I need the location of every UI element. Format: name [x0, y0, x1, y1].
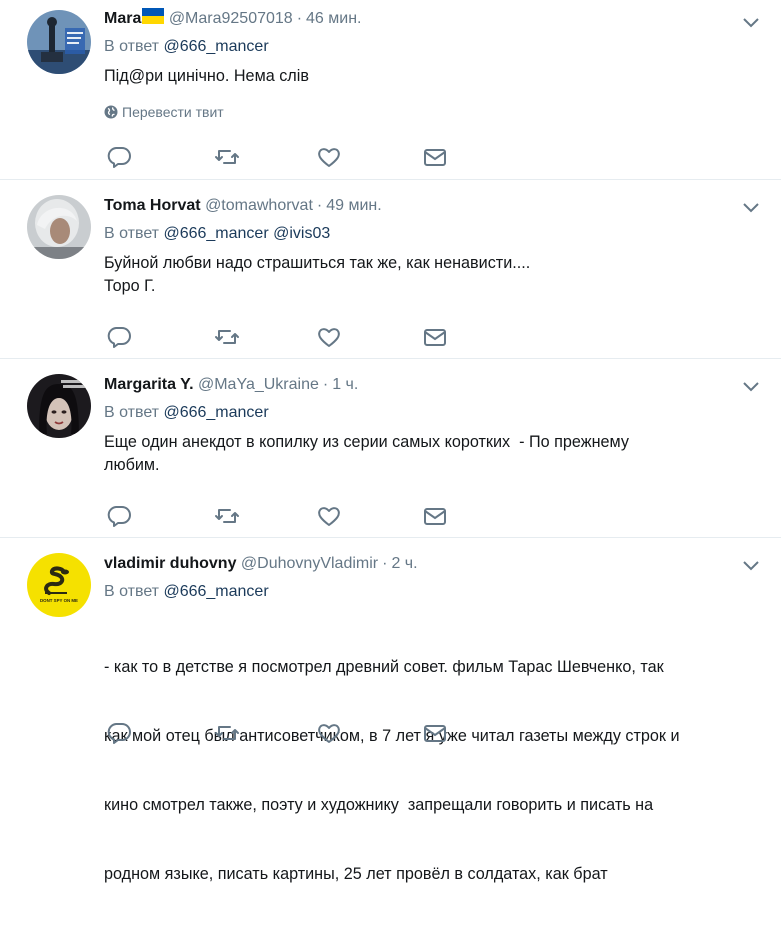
- mention-link[interactable]: @666_mancer: [163, 225, 268, 242]
- direct-message-icon[interactable]: [422, 145, 448, 169]
- author-handle[interactable]: @DuhovnyVladimir: [241, 555, 378, 572]
- tweet-time[interactable]: 46 мин.: [306, 10, 361, 27]
- retweet-icon[interactable]: [214, 721, 240, 745]
- author-name[interactable]: Mara: [104, 10, 141, 27]
- avatar[interactable]: [27, 195, 91, 259]
- tweet-text: - как то в детстве я посмотрел древний с…: [104, 610, 761, 932]
- mention-link[interactable]: @666_mancer: [163, 404, 268, 421]
- author-name[interactable]: Toma Horvat: [104, 197, 201, 214]
- retweet-icon[interactable]: [214, 325, 240, 349]
- tweet-actions: [104, 721, 781, 745]
- tweet-text-line: Торо Г.: [104, 277, 156, 295]
- reply-icon[interactable]: [106, 504, 132, 528]
- reply-context: В ответ @666_mancer: [104, 35, 761, 59]
- ukraine-flag-icon: [142, 8, 165, 24]
- mention-link[interactable]: @666_mancer: [163, 38, 268, 55]
- author-handle[interactable]: @MaYa_Ukraine: [198, 376, 319, 393]
- reply-prefix: В ответ: [104, 225, 160, 242]
- tweet-time[interactable]: 49 мин.: [326, 197, 381, 214]
- reply-prefix: В ответ: [104, 404, 160, 421]
- reply-icon[interactable]: [106, 145, 132, 169]
- like-icon[interactable]: [316, 504, 342, 528]
- mention-link[interactable]: @ivis03: [273, 225, 330, 242]
- direct-message-icon[interactable]: [422, 325, 448, 349]
- tweet-text-line: кино смотрел также, поэту и художнику за…: [104, 796, 654, 814]
- tweet-text-line: - как то в детстве я посмотрел древний с…: [104, 658, 664, 676]
- like-icon[interactable]: [316, 145, 342, 169]
- reply-prefix: В ответ: [104, 583, 160, 600]
- tweet-time[interactable]: 1 ч.: [332, 376, 358, 393]
- tweet-text-line: любим.: [104, 456, 160, 474]
- author-name[interactable]: vladimir duhovny: [104, 555, 236, 572]
- woman-avatar-icon: [27, 374, 91, 438]
- tweet-text: Буйной любви надо страшиться так же, как…: [104, 252, 761, 298]
- translate-link[interactable]: Перевести твит: [104, 102, 761, 122]
- avatar[interactable]: [27, 10, 91, 74]
- person-avatar-icon: [27, 195, 91, 259]
- tweet-text-line: родном языке, писать картины, 25 лет про…: [104, 865, 608, 883]
- separator-dot: ·: [296, 10, 303, 27]
- author-name[interactable]: Margarita Y.: [104, 376, 194, 393]
- like-icon[interactable]: [316, 325, 342, 349]
- tweet-text-line: Під@ри цинічно. Нема слів: [104, 67, 309, 85]
- translate-label: Перевести твит: [122, 104, 224, 120]
- author-handle[interactable]: @Mara92507018: [169, 10, 293, 27]
- tweet-text: Еще один анекдот в копилку из серии самы…: [104, 431, 761, 477]
- author-handle[interactable]: @tomawhorvat: [205, 197, 313, 214]
- like-icon[interactable]: [316, 721, 342, 745]
- retweet-icon[interactable]: [214, 504, 240, 528]
- retweet-icon[interactable]: [214, 145, 240, 169]
- tweet-time[interactable]: 2 ч.: [391, 555, 417, 572]
- reply-context: В ответ @666_mancer @ivis03: [104, 222, 761, 246]
- tweet: Mara @Mara92507018 · 46 мин. В ответ @666_…: [0, 0, 781, 180]
- avatar[interactable]: DONT SPY ON ME: [27, 553, 91, 617]
- statue-avatar-icon: [27, 10, 91, 74]
- tweet-text: Під@ри цинічно. Нема слів: [104, 65, 761, 88]
- reply-icon[interactable]: [106, 721, 132, 745]
- tweet-text-line: Еще один анекдот в копилку из серии самы…: [104, 433, 629, 451]
- mention-link[interactable]: @666_mancer: [163, 583, 268, 600]
- separator-dot: ·: [316, 197, 323, 214]
- globe-icon: [104, 105, 118, 119]
- tweet-actions: [104, 145, 781, 169]
- tweet: DONT SPY ON ME vladimir duhovny @Duhovny…: [0, 538, 781, 883]
- separator-dot: ·: [322, 376, 329, 393]
- chevron-down-icon[interactable]: [741, 555, 761, 575]
- tweet-actions: [104, 325, 781, 349]
- snake-flag-avatar-icon: DONT SPY ON ME: [27, 553, 91, 617]
- reply-prefix: В ответ: [104, 38, 160, 55]
- chevron-down-icon[interactable]: [741, 376, 761, 396]
- tweet-text-line: Буйной любви надо страшиться так же, как…: [104, 254, 531, 272]
- tweet: Margarita Y. @MaYa_Ukraine · 1 ч. В ответ …: [0, 359, 781, 538]
- tweet-actions: [104, 504, 781, 528]
- direct-message-icon[interactable]: [422, 504, 448, 528]
- reply-icon[interactable]: [106, 325, 132, 349]
- chevron-down-icon[interactable]: [741, 12, 761, 32]
- avatar-caption: DONT SPY ON ME: [40, 598, 78, 603]
- separator-dot: ·: [382, 555, 388, 572]
- chevron-down-icon[interactable]: [741, 197, 761, 217]
- reply-context: В ответ @666_mancer: [104, 401, 761, 425]
- reply-context: В ответ @666_mancer: [104, 580, 761, 604]
- direct-message-icon[interactable]: [422, 721, 448, 745]
- tweet: Toma Horvat @tomawhorvat · 49 мин. В ответ…: [0, 180, 781, 359]
- avatar[interactable]: [27, 374, 91, 438]
